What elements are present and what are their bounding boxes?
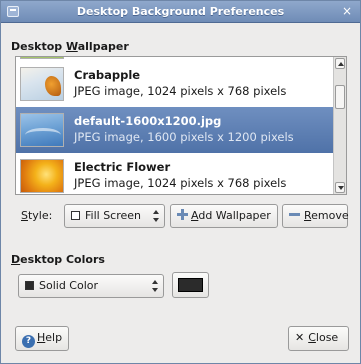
close-icon: ✕ [295,331,305,344]
style-select-value: Fill Screen [85,209,142,222]
style-label-accel: S [21,209,28,222]
spin-arrows-icon [152,280,158,292]
style-label: Style: [21,209,52,222]
swirl-shape [25,128,61,142]
wallpaper-name: default-1600x1200.jpg [74,114,222,128]
scroll-up-icon[interactable] [335,58,345,69]
remove-wallpaper-button[interactable]: Remove [282,204,349,228]
desktop-wallpaper-heading: Desktop Wallpaper [11,40,129,53]
wallpaper-description: JPEG image, 1600 pixels x 1200 pixels [74,130,294,144]
help-label-suffix: elp [45,331,63,344]
window-title: Desktop Background Preferences [76,5,285,18]
wallpaper-description: JPEG image, 1024 pixels x 768 pixels [74,84,287,98]
crab-shape [45,76,61,96]
add-icon [177,209,188,220]
wallpaper-list[interactable]: Crabapple JPEG image, 1024 pixels x 768 … [15,56,347,195]
remove-label-suffix: emove [311,209,349,222]
close-label-accel: C [308,331,316,344]
color-swatch [178,278,203,292]
colors-heading-suffix: esktop Colors [20,253,105,266]
wallpaper-name: Crabapple [74,68,141,82]
add-label-suffix: dd Wallpaper [198,209,271,222]
list-item-default[interactable]: default-1600x1200.jpg JPEG image, 1600 p… [16,107,333,153]
title-bar[interactable]: Desktop Background Preferences × [1,1,360,23]
help-button[interactable]: ? Help [15,326,69,351]
close-label-suffix: lose [315,331,339,344]
wallpaper-thumbnail [20,57,64,59]
color-picker-button[interactable] [172,272,209,298]
electric-flower-thumbnail [20,159,64,193]
heading-suffix: allpaper [77,40,129,53]
fill-screen-icon [71,211,80,220]
style-label-suffix: tyle: [27,209,53,222]
style-select[interactable]: Fill Screen [64,204,165,228]
crabapple-thumbnail [20,67,64,101]
color-mode-value: Solid Color [39,279,99,292]
scroll-down-icon[interactable] [335,182,345,193]
list-item-crabapple[interactable]: Crabapple JPEG image, 1024 pixels x 768 … [16,61,333,107]
solid-color-icon [25,281,34,290]
add-wallpaper-button[interactable]: Add Wallpaper [170,204,278,228]
heading-accel: W [65,40,78,53]
wallpaper-list-scrollbar[interactable] [333,57,346,194]
scroll-thumb[interactable] [335,85,345,109]
desktop-colors-heading: Desktop Colors [11,253,105,266]
default-wallpaper-thumbnail [20,113,64,147]
color-mode-select[interactable]: Solid Color [18,274,164,298]
wallpaper-description: JPEG image, 1024 pixels x 768 pixels [74,176,287,190]
spin-arrows-icon [153,210,159,222]
heading-prefix: Desktop [11,40,66,53]
close-button[interactable]: ✕ Close [288,326,349,351]
wallpaper-name: Electric Flower [74,160,171,174]
colors-heading-accel: D [11,253,21,266]
wallpaper-list-viewport: Crabapple JPEG image, 1024 pixels x 768 … [16,57,333,194]
preferences-window: Desktop Background Preferences × Desktop… [0,0,361,364]
remove-icon [289,213,300,216]
help-icon: ? [22,335,35,348]
window-close-icon[interactable]: × [340,4,354,18]
list-item-electric-flower[interactable]: Electric Flower JPEG image, 1024 pixels … [16,153,333,194]
